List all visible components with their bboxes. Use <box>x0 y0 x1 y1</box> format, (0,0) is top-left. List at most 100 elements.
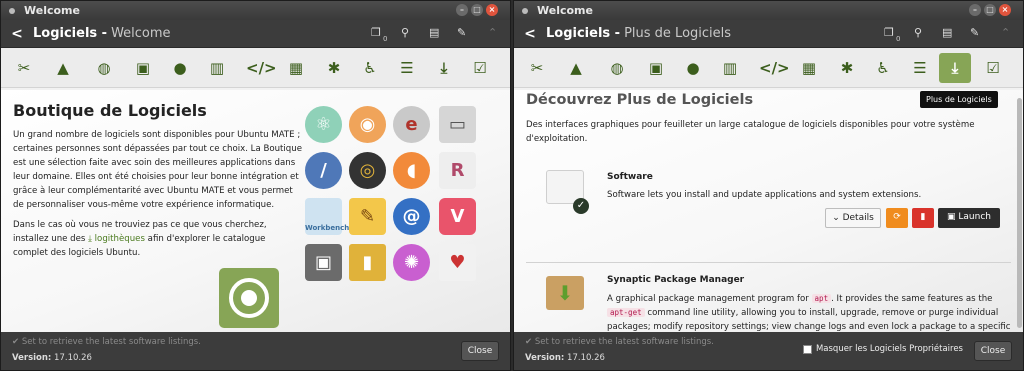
server-workstation-icon: ▭ <box>439 106 476 143</box>
accessibility-icon[interactable]: ♿ <box>359 57 381 79</box>
search-icon[interactable]: ⚲ <box>401 26 409 39</box>
footer-status: ✔ Set to retrieve the latest software li… <box>525 337 714 347</box>
scissors-icon[interactable]: ✂ <box>13 57 35 79</box>
category-bar: ✂ ▲ ◍ ▣ ● ▥ </> ▦ ✱ ♿ ☰ ⤓ ☑ <box>1 48 510 88</box>
r-icon: R <box>439 152 476 189</box>
welcome-window-right: Welcome – □ × < Logiciels - Plus de Logi… <box>513 0 1024 371</box>
graduation-cap-icon[interactable]: ▲ <box>52 57 74 79</box>
globe-icon[interactable]: ● <box>682 57 704 79</box>
workbench-label: Workbench <box>305 224 350 232</box>
footer-status-text: Set to retrieve the latest software list… <box>21 337 201 347</box>
remove-icon[interactable]: ▮ <box>912 208 934 228</box>
software-centers-link[interactable]: logithèques <box>95 234 145 244</box>
title-bar: Welcome – □ × <box>514 1 1023 20</box>
version-label: Version: <box>12 353 52 363</box>
minimize-icon[interactable]: – <box>456 4 468 16</box>
accessibility-icon[interactable]: ♿ <box>872 57 894 79</box>
desc-mid: . It provides the same features as the <box>831 294 993 304</box>
sd-card-icon: ▮ <box>349 244 386 281</box>
chart-bar-icon[interactable]: ▥ <box>719 57 741 79</box>
checkbox-label: Masquer les Logiciels Propriétaires <box>815 344 963 354</box>
checkbox-icon[interactable]: ☑ <box>469 57 491 79</box>
graduation-cap-icon[interactable]: ▲ <box>565 57 587 79</box>
version-line: Version: 17.10.26 <box>525 353 605 363</box>
footer-status-text: Set to retrieve the latest software list… <box>534 337 714 347</box>
version-label: Version: <box>525 353 565 363</box>
gamepad-icon[interactable]: ◍ <box>606 57 628 79</box>
disk-burner-icon: ◎ <box>349 152 386 189</box>
film-icon[interactable]: ▦ <box>798 57 820 79</box>
close-window-icon[interactable]: × <box>999 4 1011 16</box>
welcome-window-left: Welcome – □ × < Logiciels - Welcome ❐ 0 ⚲… <box>0 0 511 371</box>
code-icon[interactable]: </> <box>759 57 790 79</box>
search-icon[interactable]: ⚲ <box>914 26 922 39</box>
window-menu-icon[interactable] <box>9 7 15 14</box>
details-button[interactable]: ⌄ Details <box>825 208 881 228</box>
header-title: Logiciels - <box>546 26 621 41</box>
header-title: Logiciels - <box>33 26 108 41</box>
scroll-up-icon[interactable]: ⌃ <box>488 26 497 39</box>
queue-icon[interactable]: ❐ 0 <box>884 26 900 43</box>
cards-icon: ♥ <box>439 244 476 281</box>
minimize-icon[interactable]: – <box>969 4 981 16</box>
wrench-icon[interactable]: ✎ <box>457 26 466 39</box>
back-arrow-icon[interactable]: < <box>514 26 546 42</box>
maximize-icon[interactable]: □ <box>984 4 996 16</box>
window-menu-icon[interactable] <box>522 7 528 14</box>
scissors-icon[interactable]: ✂ <box>526 57 548 79</box>
footer-bar: ✔ Set to retrieve the latest software li… <box>514 332 1023 370</box>
version-line: Version: 17.10.26 <box>12 353 92 363</box>
gear-icon[interactable]: ✱ <box>836 57 858 79</box>
launch-button[interactable]: ▣ Launch <box>938 208 1000 228</box>
news-icon[interactable]: ▤ <box>429 26 439 39</box>
launch-label: Launch <box>958 212 991 222</box>
close-window-icon[interactable]: × <box>486 4 498 16</box>
vivaldi-icon: V <box>439 198 476 235</box>
page-title: Découvrez Plus de Logiciels <box>526 92 754 108</box>
checkbox-icon[interactable]: ☑ <box>982 57 1004 79</box>
monster-icon: ✺ <box>393 244 430 281</box>
pencil-editor-icon: ✎ <box>349 198 386 235</box>
safe-icon: ▣ <box>305 244 342 281</box>
maximize-icon[interactable]: □ <box>471 4 483 16</box>
kdenlive-icon: / <box>305 152 342 189</box>
close-button[interactable]: Close <box>974 341 1012 361</box>
scroll-up-icon[interactable]: ⌃ <box>1001 26 1010 39</box>
image-icon[interactable]: ▣ <box>132 57 154 79</box>
reinstall-icon[interactable]: ⟳ <box>886 208 908 228</box>
gamepad-icon[interactable]: ◍ <box>93 57 115 79</box>
main-content: Boutique de Logiciels Un grand nombre de… <box>1 90 510 332</box>
app-header: < Logiciels - Plus de Logiciels ❐ 0 ⚲ ▤ ✎… <box>514 20 1023 48</box>
item-description: Software lets you install and update app… <box>607 190 922 200</box>
download-icon: ⤓ <box>88 234 92 244</box>
app-header: < Logiciels - Welcome ❐ 0 ⚲ ▤ ✎ ⌃ <box>1 20 510 48</box>
close-button[interactable]: Close <box>461 341 499 361</box>
hide-proprietary-checkbox[interactable]: Masquer les Logiciels Propriétaires <box>802 344 963 354</box>
server-icon[interactable]: ☰ <box>909 57 931 79</box>
item-name: Synaptic Package Manager <box>607 275 745 285</box>
checkbox-box[interactable] <box>802 344 812 354</box>
back-arrow-icon[interactable]: < <box>1 26 33 42</box>
news-icon[interactable]: ▤ <box>942 26 952 39</box>
scrollbar[interactable] <box>1017 98 1022 328</box>
image-icon[interactable]: ▣ <box>645 57 667 79</box>
download-icon[interactable]: ⤓ <box>433 57 455 79</box>
code-apt-get: apt-get <box>607 308 645 317</box>
queue-count: 0 <box>896 35 901 43</box>
code-icon[interactable]: </> <box>246 57 277 79</box>
gear-icon[interactable]: ✱ <box>323 57 345 79</box>
category-tooltip: Plus de Logiciels <box>920 91 998 108</box>
version-value: 17.10.26 <box>54 353 92 363</box>
chart-bar-icon[interactable]: ▥ <box>206 57 228 79</box>
queue-icon[interactable]: ❐ 0 <box>371 26 387 43</box>
globe-icon[interactable]: ● <box>169 57 191 79</box>
intro-paragraph: Des interfaces graphiques pour feuillete… <box>526 120 975 144</box>
intro-paragraph: Un grand nombre de logiciels sont dispon… <box>13 130 302 210</box>
film-icon[interactable]: ▦ <box>285 57 307 79</box>
download-icon[interactable]: ⤓ <box>939 53 971 83</box>
synaptic-package-icon: ⬇ <box>546 276 584 310</box>
server-icon[interactable]: ☰ <box>396 57 418 79</box>
footer-bar: ✔ Set to retrieve the latest software li… <box>1 332 510 370</box>
wrench-icon[interactable]: ✎ <box>970 26 979 39</box>
mango-icon: ◖ <box>393 152 430 189</box>
